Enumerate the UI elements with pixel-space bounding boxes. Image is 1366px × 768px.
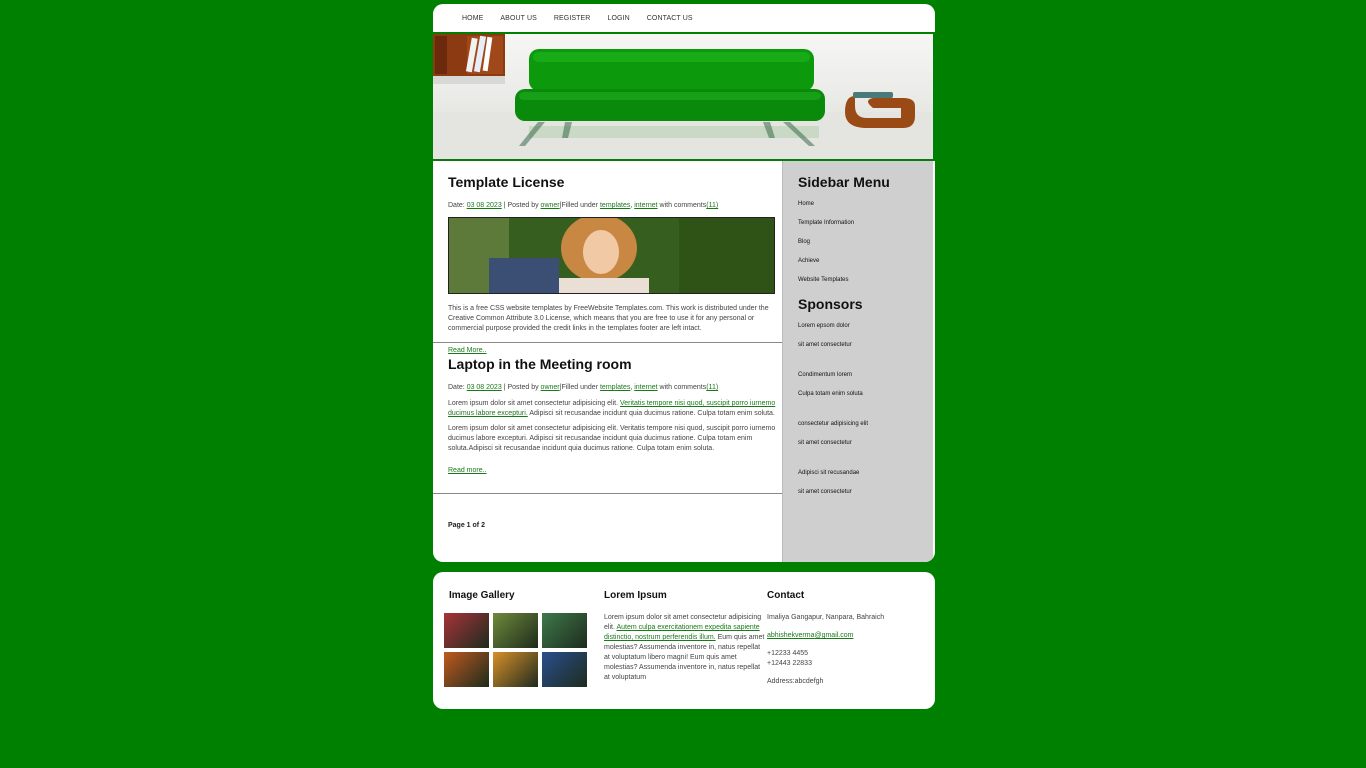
sidebar: Sidebar Menu Home Template Information B… bbox=[783, 161, 933, 562]
footer-text: Eum quis amet molestias? Assumenda inven… bbox=[604, 634, 765, 681]
read-more-link[interactable]: Read more.. bbox=[448, 467, 487, 474]
comments-label: with comments bbox=[659, 202, 707, 209]
comments-link[interactable]: (11) bbox=[706, 384, 718, 391]
filed-under-label: |Filled under bbox=[559, 384, 599, 391]
gallery-thumb[interactable] bbox=[444, 652, 489, 687]
nav-register[interactable]: REGISTER bbox=[554, 15, 591, 22]
post-title: Template License bbox=[448, 174, 565, 190]
sponsor-line: Lorem epsom dolor bbox=[798, 323, 850, 329]
top-navigation: HOME ABOUT US REGISTER LOGIN CONTACT US bbox=[433, 4, 935, 32]
gallery-title: Image Gallery bbox=[449, 590, 515, 601]
post-laptop-meeting: Laptop in the Meeting room Date: 03 08 2… bbox=[433, 343, 782, 494]
contact-address-2: Address:abcdefgh bbox=[767, 678, 824, 685]
tag-link-internet[interactable]: internet bbox=[634, 202, 657, 209]
post-template-license: Template License Date: 03 08 2023 | Post… bbox=[433, 161, 782, 354]
tag-link-templates[interactable]: templates bbox=[600, 384, 630, 391]
sponsor-item[interactable]: Condimentum lorem Culpa totam enim solut… bbox=[798, 372, 933, 397]
pagination-label: Page 1 of 2 bbox=[448, 522, 485, 529]
sidebar-item-achieve[interactable]: Achieve bbox=[798, 258, 933, 264]
gallery-thumb[interactable] bbox=[493, 652, 538, 687]
post-image-girl bbox=[448, 217, 775, 294]
sidebar-item-blog[interactable]: Blog bbox=[798, 239, 933, 245]
page-wrapper: HOME ABOUT US REGISTER LOGIN CONTACT US bbox=[433, 4, 935, 709]
main-area: Template License Date: 03 08 2023 | Post… bbox=[433, 161, 935, 562]
tag-link-internet[interactable]: internet bbox=[634, 384, 657, 391]
phone-1: +12233 4455 bbox=[767, 650, 809, 657]
comments-link[interactable]: (11) bbox=[706, 202, 718, 209]
sidebar-item-template-information[interactable]: Template Information bbox=[798, 220, 933, 226]
comments-label: with comments bbox=[659, 384, 707, 391]
footer-gallery: Image Gallery bbox=[444, 588, 604, 709]
post-paragraph: This is a free CSS website templates by … bbox=[448, 305, 769, 332]
posted-by-label: | Posted by bbox=[503, 202, 539, 209]
paragraph-text: Lorem ipsum dolor sit amet consectetur a… bbox=[448, 400, 619, 407]
date-label: Date: bbox=[448, 202, 465, 209]
post-meta: Date: 03 08 2023 | Posted by owner|Fille… bbox=[448, 384, 719, 391]
sidebar-menu: Home Template Information Blog Achieve W… bbox=[798, 201, 933, 283]
gallery-thumb[interactable] bbox=[444, 613, 489, 648]
post-meta: Date: 03 08 2023 | Posted by owner|Fille… bbox=[448, 202, 719, 209]
lorem-text: Lorem ipsum dolor sit amet consectetur a… bbox=[604, 613, 767, 683]
footer: Image Gallery Lorem Ipsum Lorem ipsum do… bbox=[433, 572, 935, 709]
sidebar-item-home[interactable]: Home bbox=[798, 201, 933, 207]
contact-title: Contact bbox=[767, 590, 805, 601]
paragraph-text: Adipisci sit recusandae incidunt quia du… bbox=[529, 410, 775, 417]
post-paragraph-2: Lorem ipsum dolor sit amet consectetur a… bbox=[448, 425, 776, 452]
gallery-grid bbox=[444, 613, 604, 687]
sponsor-item[interactable]: Adipisci sit recusandae sit amet consect… bbox=[798, 470, 933, 495]
gallery-thumb[interactable] bbox=[493, 613, 538, 648]
nav-login[interactable]: LOGIN bbox=[607, 15, 629, 22]
contact-phones: +12233 4455 +12443 22833 bbox=[767, 649, 917, 669]
footer-lorem: Lorem Ipsum Lorem ipsum dolor sit amet c… bbox=[604, 588, 767, 709]
read-more-link[interactable]: Read More.. bbox=[448, 347, 487, 354]
gallery-thumb[interactable] bbox=[542, 652, 587, 687]
sidebar-menu-title: Sidebar Menu bbox=[798, 174, 890, 190]
sponsor-line: sit amet consectetur bbox=[798, 440, 852, 446]
post-date-link[interactable]: 03 08 2023 bbox=[467, 202, 502, 209]
posted-by-label: | Posted by bbox=[503, 384, 539, 391]
sponsor-line: sit amet consectetur bbox=[798, 342, 852, 348]
gallery-thumb[interactable] bbox=[542, 613, 587, 648]
footer-contact: Contact Imaliya Gangapur, Nanpara, Bahra… bbox=[767, 588, 917, 709]
sponsor-line: Adipisci sit recusandae bbox=[798, 470, 860, 476]
sofa-illustration bbox=[433, 34, 933, 159]
post-image-art bbox=[449, 218, 774, 293]
sponsor-line: Culpa totam enim soluta bbox=[798, 391, 863, 397]
post-paragraph-1: Lorem ipsum dolor sit amet consectetur a… bbox=[448, 399, 781, 419]
post-date-link[interactable]: 03 08 2023 bbox=[467, 384, 502, 391]
nav-contact-us[interactable]: CONTACT US bbox=[647, 15, 693, 22]
sponsor-item[interactable]: consectetur adipisicing elit sit amet co… bbox=[798, 421, 933, 446]
sponsor-line: consectetur adipisicing elit bbox=[798, 421, 869, 427]
sponsor-line: sit amet consectetur bbox=[798, 489, 852, 495]
contact-email-wrap: abhishekverma@gmail.com bbox=[767, 631, 917, 641]
author-link[interactable]: owner bbox=[541, 202, 560, 209]
sponsor-line: Condimentum lorem bbox=[798, 372, 853, 378]
header-banner-image bbox=[433, 34, 933, 161]
post-title: Laptop in the Meeting room bbox=[448, 356, 632, 372]
sponsor-item[interactable]: Lorem epsom dolor sit amet consectetur bbox=[798, 323, 933, 348]
content-column: Template License Date: 03 08 2023 | Post… bbox=[433, 161, 783, 562]
contact-address: Imaliya Gangapur, Nanpara, Bahraich bbox=[767, 614, 885, 621]
nav-about-us[interactable]: ABOUT US bbox=[500, 15, 536, 22]
filed-under-label: |Filled under bbox=[559, 202, 599, 209]
nav-home[interactable]: HOME bbox=[462, 15, 483, 22]
tag-link-templates[interactable]: templates bbox=[600, 202, 630, 209]
contact-email-link[interactable]: abhishekverma@gmail.com bbox=[767, 632, 853, 639]
lorem-title: Lorem Ipsum bbox=[604, 590, 667, 601]
sponsors-title: Sponsors bbox=[798, 296, 863, 312]
sidebar-item-website-templates[interactable]: Website Templates bbox=[798, 277, 933, 283]
author-link[interactable]: owner bbox=[541, 384, 560, 391]
date-label: Date: bbox=[448, 384, 465, 391]
phone-2: +12443 22833 bbox=[767, 660, 812, 667]
